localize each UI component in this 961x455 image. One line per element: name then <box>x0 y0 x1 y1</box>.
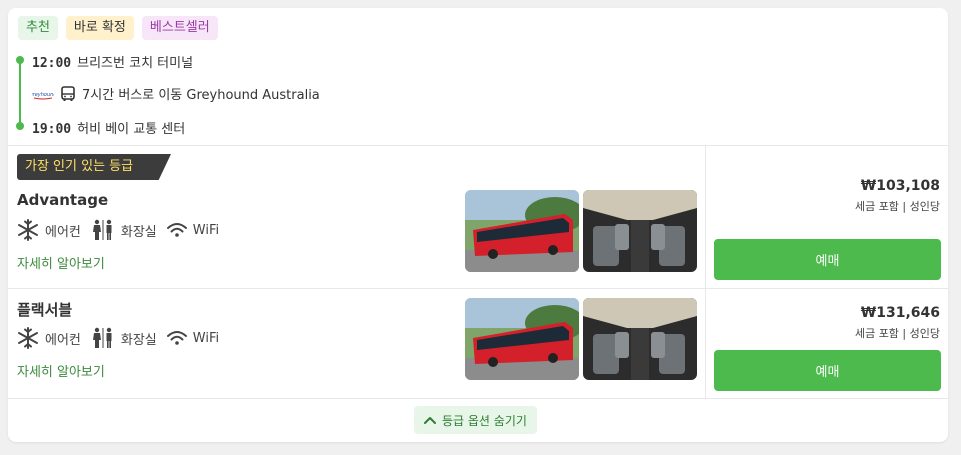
wifi-icon <box>166 223 187 237</box>
bus-interior-photo[interactable] <box>583 190 697 272</box>
class-name-advantage: Advantage <box>17 191 109 209</box>
tag-recommended: 추천 <box>18 16 58 40</box>
bus-exterior-photo[interactable] <box>465 190 579 272</box>
trip-card: 추천 바로 확정 베스트셀러 12:00 브리즈번 코치 터미널 greyhoun… <box>8 8 948 442</box>
route-timeline-line <box>19 60 21 126</box>
amenities-advantage: 에어컨 화장실 WiFi <box>17 219 229 241</box>
more-info-link[interactable]: 자세히 알아보기 <box>17 361 105 380</box>
departure-stop: 12:00 브리즈번 코치 터미널 <box>32 52 193 71</box>
restroom-icon <box>92 219 112 240</box>
snowflake-icon <box>18 219 38 241</box>
arrival-stop: 19:00 허비 베이 교통 센터 <box>32 118 185 137</box>
amenities-flexible: 에어컨 화장실 WiFi <box>17 327 229 349</box>
departure-place: 브리즈번 코치 터미널 <box>77 56 194 71</box>
tag-instant-confirm: 바로 확정 <box>65 16 134 40</box>
book-button-flexible[interactable]: 예매 <box>714 350 941 391</box>
price-column-divider <box>705 145 706 398</box>
amenity-wifi: WiFi <box>166 222 220 238</box>
amenity-aircon-label: 에어컨 <box>45 224 81 240</box>
bus-icon <box>60 85 76 102</box>
price-note: 세금 포함 | 성인당 <box>854 200 940 213</box>
price-flexible: ₩131,646 세금 포함 | 성인당 <box>855 305 940 341</box>
amenity-wifi-label: WiFi <box>192 330 220 346</box>
price-amount: ₩131,646 <box>860 305 940 321</box>
arrival-dot <box>16 122 24 130</box>
chevron-up-icon <box>424 417 436 424</box>
amenity-aircon: 에어컨 <box>17 219 81 241</box>
price-advantage: ₩103,108 세금 포함 | 성인당 <box>855 178 940 214</box>
price-note: 세금 포함 | 성인당 <box>854 327 940 340</box>
arrival-time: 19:00 <box>32 122 72 137</box>
popular-badge: 가장 인기 있는 등급 <box>17 154 171 180</box>
section-divider <box>8 145 948 146</box>
amenity-aircon: 에어컨 <box>17 327 81 349</box>
amenity-toilet-label: 화장실 <box>120 332 157 348</box>
footer-divider <box>8 398 948 399</box>
tag-bestseller: 베스트셀러 <box>141 16 218 40</box>
transfer-info: greyhound 7시간 버스로 이동 Greyhound Australia <box>29 84 320 103</box>
bus-interior-photo[interactable] <box>583 298 697 380</box>
book-button-advantage[interactable]: 예매 <box>714 239 941 280</box>
tag-row: 추천 바로 확정 베스트셀러 <box>18 16 218 40</box>
wifi-icon <box>166 331 187 345</box>
restroom-icon <box>92 327 112 348</box>
greyhound-logo: greyhound <box>29 88 57 100</box>
price-amount: ₩103,108 <box>860 178 940 194</box>
amenity-wifi: WiFi <box>166 330 220 346</box>
snowflake-icon <box>18 327 38 349</box>
class-divider <box>8 288 705 289</box>
amenity-aircon-label: 에어컨 <box>45 332 81 348</box>
hide-class-options-label: 등급 옵션 숨기기 <box>442 413 527 428</box>
amenity-wifi-label: WiFi <box>192 222 220 238</box>
departure-time: 12:00 <box>32 56 72 71</box>
transfer-text: 7시간 버스로 이동 Greyhound Australia <box>82 88 320 103</box>
more-info-link[interactable]: 자세히 알아보기 <box>17 253 105 272</box>
class-divider-price <box>706 288 948 289</box>
amenity-toilet: 화장실 <box>91 327 157 349</box>
hide-class-options-button[interactable]: 등급 옵션 숨기기 <box>414 406 537 434</box>
class-name-flexible: 플랙서블 <box>17 301 73 319</box>
bus-exterior-photo[interactable] <box>465 298 579 380</box>
arrival-place: 허비 베이 교통 센터 <box>77 122 186 137</box>
departure-dot <box>16 56 24 64</box>
svg-text:greyhound: greyhound <box>32 92 54 98</box>
amenity-toilet: 화장실 <box>91 219 157 241</box>
amenity-toilet-label: 화장실 <box>120 224 157 240</box>
